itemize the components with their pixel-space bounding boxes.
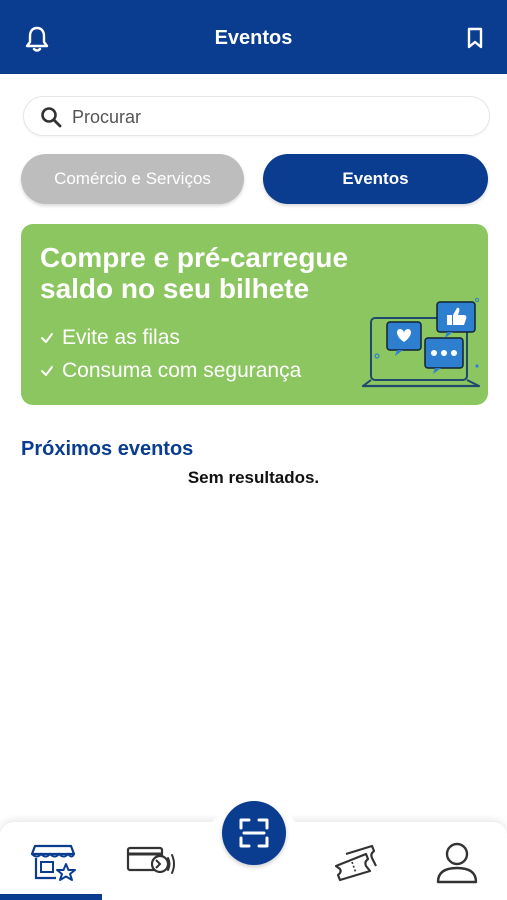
empty-state-text: Sem resultados. (187, 468, 320, 487)
bookmark-icon[interactable] (463, 26, 487, 50)
user-icon[interactable] (432, 840, 482, 884)
section-title: Próximos eventos (21, 438, 194, 460)
banner-feature-label: Consuma com segurança (62, 359, 302, 382)
banner-feature-label: Evite as filas (62, 326, 180, 349)
page-title: Eventos (214, 27, 293, 49)
tab-eventos[interactable]: Eventos (263, 154, 488, 204)
banner-feature: Evite as filas (40, 326, 180, 350)
tickets-icon[interactable] (332, 840, 382, 884)
search-input[interactable] (72, 103, 472, 131)
qr-scan-icon (239, 818, 269, 848)
top-app-bar: Eventos (0, 0, 507, 74)
banner-headline: Compre e pré-carregue saldo no seu bilhe… (40, 242, 349, 304)
check-icon (41, 333, 53, 343)
banner-feature: Consuma com segurança (40, 359, 301, 383)
card-nfc-icon[interactable] (126, 840, 176, 884)
qr-scan-button[interactable] (222, 801, 286, 865)
laptop-chat-illustration (361, 297, 481, 388)
promo-banner[interactable]: Compre e pré-carregue saldo no seu bilhe… (21, 224, 488, 405)
search-bar (23, 96, 490, 136)
active-tab-indicator (0, 894, 102, 900)
check-icon (41, 366, 53, 376)
search-icon (41, 107, 62, 128)
store-star-icon[interactable] (28, 840, 78, 884)
tab-comercio-servicos[interactable]: Comércio e Serviços (21, 154, 244, 204)
